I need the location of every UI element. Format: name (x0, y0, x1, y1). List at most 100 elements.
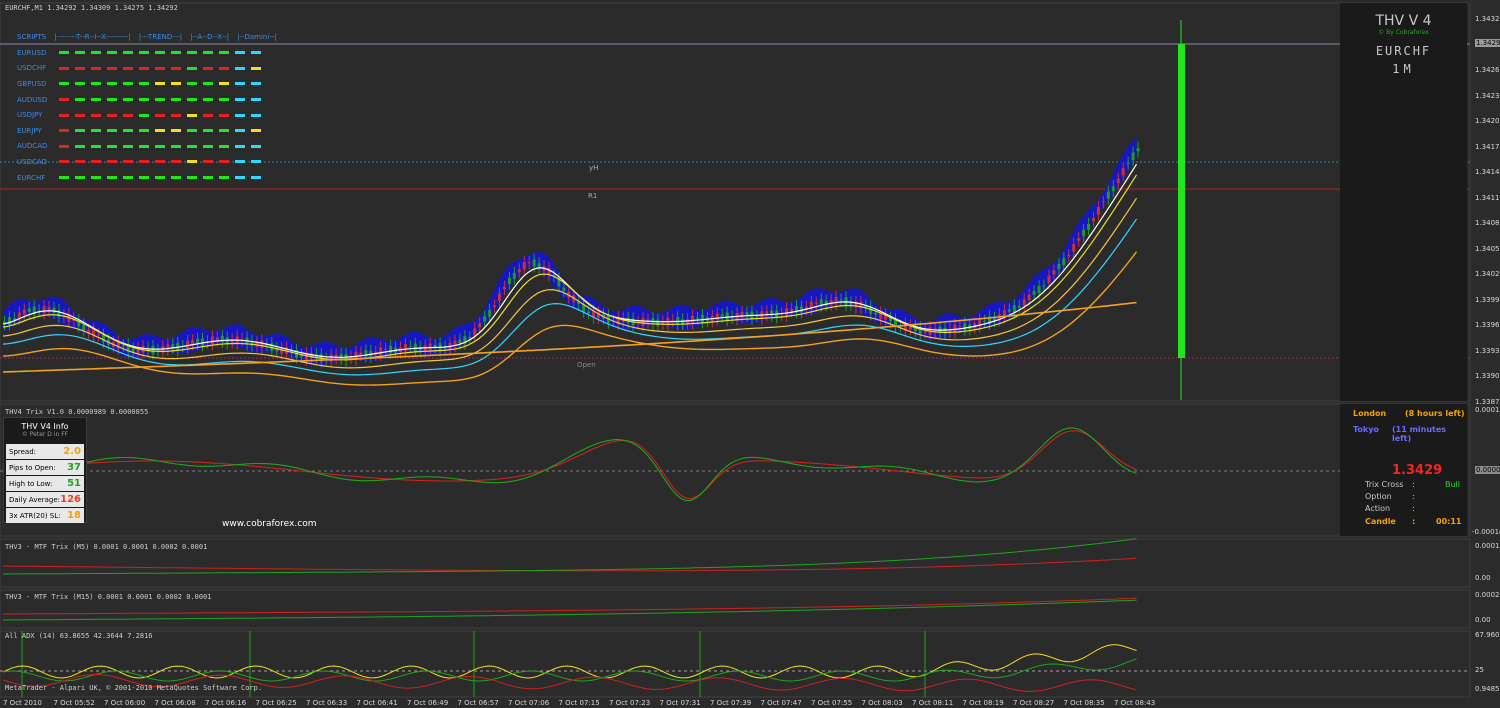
candle-body (260, 340, 264, 348)
time-tick: 7 Oct 07:39 (710, 699, 752, 707)
signal-dash (187, 51, 197, 55)
candle-body (983, 320, 987, 322)
time-tick: 7 Oct 07:15 (558, 699, 600, 707)
adx-axis-mid: 25 (1475, 666, 1484, 674)
signal-dash (91, 66, 101, 70)
signal-dash (251, 66, 261, 70)
pair-name[interactable]: AUDCAD (17, 142, 59, 150)
candle-body (1032, 291, 1036, 295)
pair-row-audusd: AUDUSD (17, 92, 267, 108)
trix-axis-mid: 0.0000 (1475, 466, 1500, 474)
candle-body (483, 316, 487, 322)
website-label: www.cobraforex.com (222, 519, 317, 529)
signal-dash (123, 82, 133, 86)
signal-dash (187, 160, 197, 164)
price-tick: 1.34115 (1475, 193, 1500, 202)
signal-dash (235, 113, 245, 117)
time-tick: 7 Oct 07:06 (508, 699, 550, 707)
info-box: THV V4 Info © Peter D in FF Spread: 2.0 P… (3, 417, 87, 523)
signal-dash (123, 176, 133, 180)
signal-dash (187, 144, 197, 148)
price-tick: 1.34205 (1475, 117, 1500, 125)
time-tick: 7 Oct 06:16 (205, 699, 247, 707)
pair-name[interactable]: USDJPY (17, 111, 59, 119)
signal-dash (59, 51, 69, 55)
candle-body (953, 324, 957, 333)
r1-label: R1 (588, 192, 598, 200)
candle-body (755, 315, 759, 317)
signal-dash (203, 176, 213, 180)
open-label: Open (577, 361, 596, 369)
candle-body (1077, 238, 1081, 241)
signal-dash (139, 176, 149, 180)
candle-body (874, 312, 878, 315)
signal-dash (155, 160, 165, 164)
tokyo-label: Tokyo (1353, 425, 1379, 434)
thv-timeframe: 1M (1392, 62, 1415, 76)
candle-body (799, 306, 803, 313)
signal-dash (91, 129, 101, 133)
signal-dash (219, 129, 229, 133)
info-row-daily-average: Daily Average: 126 (6, 492, 84, 507)
candle-body (458, 339, 462, 344)
signal-dash (75, 160, 85, 164)
signal-dash (155, 144, 165, 148)
pair-name[interactable]: USDCAD (17, 158, 59, 166)
candle-body (488, 309, 492, 317)
price-tick: 1.34265 (1475, 66, 1500, 74)
trading-terminal: EURCHF,M1 1.34292 1.34309 1.34275 1.3429… (0, 0, 1500, 708)
candle-body (384, 348, 388, 350)
signal-dash (187, 129, 197, 133)
candle-body (210, 336, 214, 345)
candle-body (1047, 275, 1051, 284)
signal-dash (219, 113, 229, 117)
time-tick: 7 Oct 07:23 (609, 699, 651, 707)
candle-body (478, 323, 482, 328)
price-tick: 1.34325 (1475, 15, 1500, 23)
pair-row-eurjpy: EURJPY (17, 123, 267, 139)
candle-body (493, 305, 497, 307)
pair-name[interactable]: USDCHF (17, 64, 59, 72)
signal-dash (203, 144, 213, 148)
time-tick: 7 Oct 06:08 (154, 699, 196, 707)
signal-dash (187, 66, 197, 70)
pair-name[interactable]: AUDUSD (17, 96, 59, 104)
signal-dash (107, 176, 117, 180)
info-row-pips-to-open: Pips to Open: 37 (6, 460, 84, 475)
pair-name[interactable]: EURUSD (17, 49, 59, 57)
time-tick: 7 Oct 06:00 (104, 699, 146, 707)
pair-name[interactable]: EURJPY (17, 127, 59, 135)
pair-name[interactable]: GBPUSD (17, 80, 59, 88)
signal-dash (219, 82, 229, 86)
signal-dash (187, 113, 197, 117)
scripts-header-1: |--------T--R--I--X---------| (54, 33, 131, 41)
adx-title: All ADX (14) 63.8655 42.3644 7.2816 (5, 632, 153, 640)
candle-body (1126, 162, 1130, 164)
panel-frame (0, 403, 1471, 537)
signal-dash (75, 51, 85, 55)
signal-dash (75, 66, 85, 70)
signal-dash (235, 82, 245, 86)
pair-name[interactable]: EURCHF (17, 174, 59, 182)
signal-dash (123, 51, 133, 55)
signal-dash (251, 144, 261, 148)
candle-body (671, 319, 675, 321)
signal-dash (155, 113, 165, 117)
candle-body (1087, 223, 1091, 230)
signal-dash (171, 98, 181, 102)
info-label: High to Low: (9, 479, 53, 488)
candle-body (844, 297, 848, 305)
session-box: London (8 hours left) Tokyo (11 minutes … (1340, 404, 1467, 536)
candle-body (923, 331, 927, 333)
signal-dash (123, 113, 133, 117)
signal-dash (107, 82, 117, 86)
signal-dash (203, 98, 213, 102)
signal-dash (203, 160, 213, 164)
trix-title: THV4 Trix V1.0 0.0000989 0.0000855 (5, 408, 149, 416)
signal-dash (107, 66, 117, 70)
signal-dash (171, 160, 181, 164)
candle-body (359, 352, 363, 356)
signal-dash (219, 66, 229, 70)
signal-dash (203, 66, 213, 70)
info-subtitle: © Peter D in FF (21, 431, 69, 438)
